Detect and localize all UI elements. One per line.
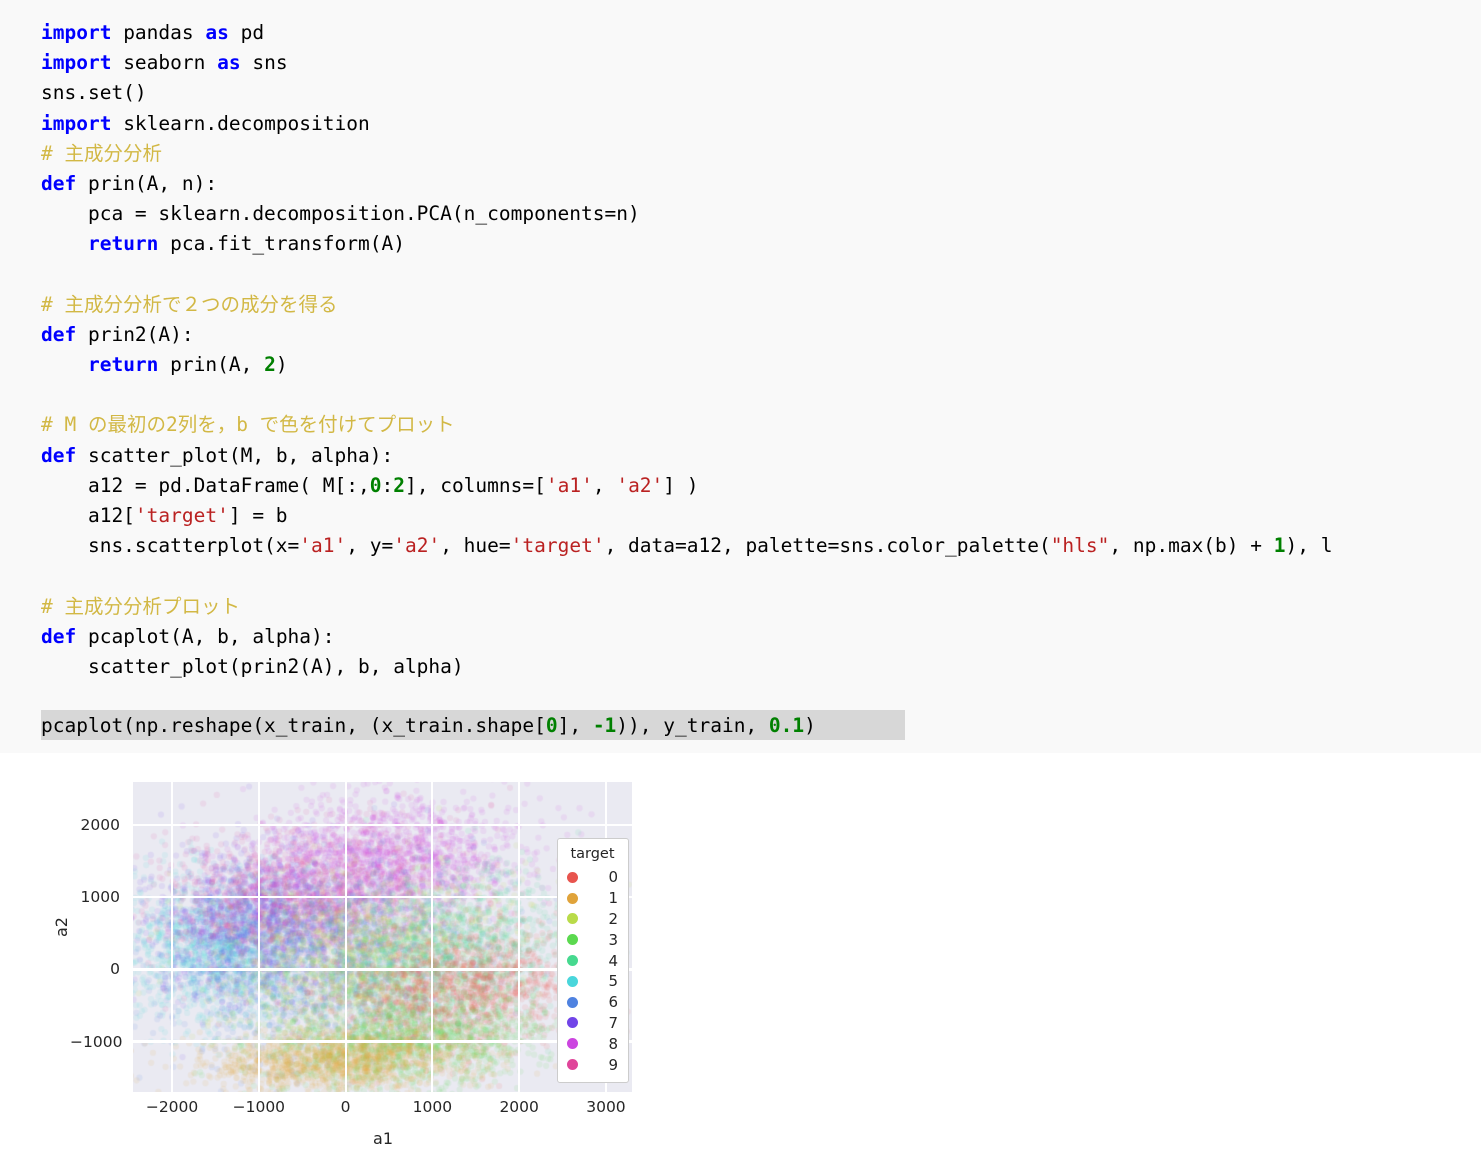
legend-item-label: 0 bbox=[608, 868, 618, 887]
legend-item-label: 9 bbox=[608, 1055, 618, 1074]
legend-color-dot-icon bbox=[567, 975, 578, 987]
code-source[interactable]: import pandas as pd import seaborn as sns… bbox=[41, 18, 1332, 712]
gridline-vertical bbox=[344, 782, 347, 1092]
code-cell[interactable]: import pandas as pd import seaborn as sns… bbox=[0, 0, 1481, 753]
legend-item[interactable]: 9 bbox=[565, 1054, 620, 1075]
legend-item-label: 5 bbox=[608, 972, 618, 991]
legend-title: target bbox=[570, 846, 615, 862]
code-line: def prin2(A): bbox=[41, 322, 194, 346]
x-axis-label: a1 bbox=[373, 1129, 393, 1148]
legend-item-label: 1 bbox=[608, 889, 618, 908]
code-line: sns.set() bbox=[41, 81, 147, 105]
code-line: import pandas as pd bbox=[41, 21, 265, 44]
legend-color-dot-icon bbox=[567, 955, 578, 967]
y-tick-label: 2000 bbox=[80, 816, 120, 835]
legend-item-label: 8 bbox=[608, 1034, 618, 1053]
legend-color-dot-icon bbox=[567, 871, 578, 883]
code-line: def scatter_plot(M, b, alpha): bbox=[41, 443, 394, 467]
y-axis-label: a2 bbox=[52, 917, 71, 937]
code-line: return prin(A, 2) bbox=[87, 353, 288, 377]
legend-color-dot-icon bbox=[567, 1017, 578, 1029]
legend-item[interactable]: 7 bbox=[565, 1013, 620, 1034]
x-tick-label: 3000 bbox=[586, 1098, 626, 1116]
legend-item[interactable]: 3 bbox=[565, 929, 620, 950]
gridline-vertical bbox=[170, 782, 174, 1092]
gridline-vertical bbox=[431, 782, 434, 1092]
legend-item[interactable]: 8 bbox=[565, 1033, 620, 1054]
legend-color-dot-icon bbox=[567, 1038, 578, 1050]
code-line: # 主成分分析 bbox=[41, 141, 162, 165]
x-tick-label: −1000 bbox=[232, 1098, 286, 1116]
code-line: return pca.fit_transform(A) bbox=[87, 232, 405, 256]
legend-item-label: 3 bbox=[608, 930, 618, 949]
code-line: import sklearn.decomposition bbox=[41, 111, 370, 135]
legend-item-label: 4 bbox=[608, 951, 618, 970]
code-line: pca = sklearn.decomposition.PCA(n_compon… bbox=[41, 202, 640, 226]
code-line: a12 = pd.DataFrame( M[:,0:2], columns=['… bbox=[41, 473, 699, 497]
y-tick-label: −1000 bbox=[70, 1032, 123, 1051]
code-line: # 主成分分析プロット bbox=[41, 594, 240, 618]
code-line: a12['target'] = b bbox=[41, 504, 288, 527]
legend-item-label: 6 bbox=[608, 993, 618, 1012]
code-line: scatter_plot(prin2(A), b, alpha) bbox=[41, 654, 464, 678]
legend-color-dot-icon bbox=[567, 934, 578, 946]
notebook-page: import pandas as pd import seaborn as sns… bbox=[0, 0, 1481, 1167]
legend-color-dot-icon bbox=[567, 996, 578, 1008]
legend-color-dot-icon bbox=[567, 1059, 578, 1071]
y-tick-label: 1000 bbox=[80, 888, 120, 907]
gridline-horizontal bbox=[133, 824, 632, 827]
code-line: def pcaplot(A, b, alpha): bbox=[41, 624, 335, 648]
x-tick-label: −2000 bbox=[145, 1098, 199, 1116]
legend-item[interactable]: 0 bbox=[565, 867, 620, 888]
legend-item[interactable]: 1 bbox=[565, 888, 620, 909]
code-line: def prin(A, n): bbox=[41, 171, 218, 195]
code-line: # M の最初の2列を，b で色を付けてプロット bbox=[41, 413, 455, 437]
x-tick-label: 1000 bbox=[412, 1098, 453, 1116]
legend-item[interactable]: 5 bbox=[565, 971, 620, 992]
legend-color-dot-icon bbox=[567, 892, 578, 904]
code-line: sns.scatterplot(x='a1', y='a2', hue='tar… bbox=[41, 534, 1333, 558]
legend-item-label: 7 bbox=[608, 1013, 618, 1032]
code-line: import seaborn as sns bbox=[41, 51, 288, 75]
matplotlib-figure: −2000 −1000 0 1000 2000 3000 2000 1000 0 −1000 a… bbox=[0, 753, 1481, 1167]
x-tick-label: 2000 bbox=[499, 1098, 539, 1116]
legend-item[interactable]: 6 bbox=[565, 992, 620, 1013]
legend-color-dot-icon bbox=[567, 913, 578, 925]
highlighted-code-line[interactable]: pcaplot(np.reshape(x_train, (x_train.sha… bbox=[41, 711, 816, 741]
y-tick-label: 0 bbox=[110, 960, 120, 979]
chart-legend[interactable]: target 0 12 3 4 5 67 8 9 bbox=[557, 838, 629, 1083]
gridline-vertical bbox=[257, 782, 260, 1092]
legend-item-label: 2 bbox=[608, 909, 618, 928]
legend-item[interactable]: 2 bbox=[565, 909, 620, 930]
legend-item[interactable]: 4 bbox=[565, 950, 620, 971]
x-tick-label: 0 bbox=[340, 1098, 351, 1116]
gridline-vertical bbox=[518, 782, 521, 1092]
code-line: # 主成分分析で２つの成分を得る bbox=[41, 292, 338, 316]
